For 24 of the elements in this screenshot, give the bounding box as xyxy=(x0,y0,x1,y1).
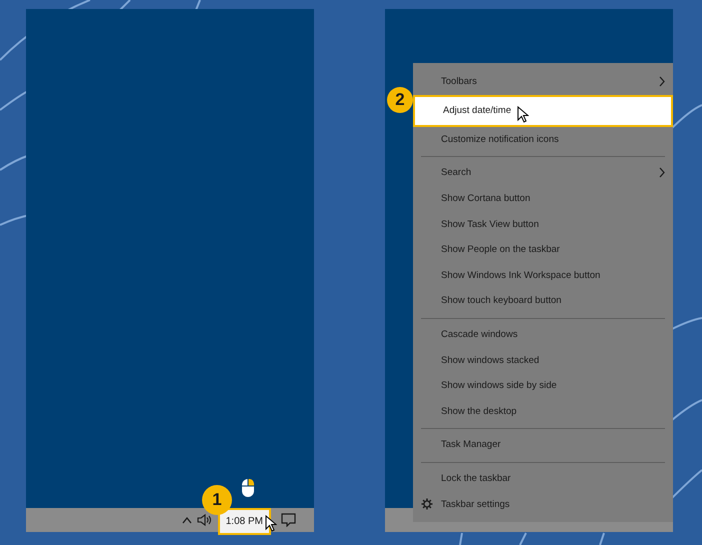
chevron-up-icon[interactable] xyxy=(182,516,192,524)
menu-item[interactable]: Show windows side by side xyxy=(413,372,673,399)
menu-item[interactable]: Show Cortana button xyxy=(413,186,673,212)
menu-item[interactable]: Adjust date/time xyxy=(413,94,673,127)
menu-item[interactable]: Customize notification icons xyxy=(413,126,673,152)
chevron-right-icon xyxy=(659,76,665,88)
menu-item[interactable]: Taskbar settings xyxy=(413,491,673,517)
menu-item[interactable]: Show Windows Ink Workspace button xyxy=(413,262,673,288)
gear-icon xyxy=(421,498,433,510)
speaker-icon[interactable] xyxy=(196,513,213,527)
cursor-icon xyxy=(265,515,277,532)
menu-item[interactable]: Show Task View button xyxy=(413,211,673,237)
menu-item[interactable]: Task Manager xyxy=(413,432,673,458)
chevron-right-icon xyxy=(659,167,665,178)
menu-item[interactable]: Lock the taskbar xyxy=(413,466,673,492)
menu-item[interactable]: Show the desktop xyxy=(413,398,673,424)
menu-item[interactable]: Toolbars xyxy=(413,69,673,95)
speech-bubble-icon[interactable] xyxy=(281,513,296,527)
menu-item[interactable]: Search xyxy=(413,160,673,186)
cursor-icon xyxy=(517,106,529,123)
menu-item[interactable]: Show People on the taskbar xyxy=(413,236,673,263)
menu-item[interactable]: Show touch keyboard button xyxy=(413,288,673,314)
menu-item[interactable]: Cascade windows xyxy=(413,322,673,348)
menu-item[interactable]: Show windows stacked xyxy=(413,347,673,373)
